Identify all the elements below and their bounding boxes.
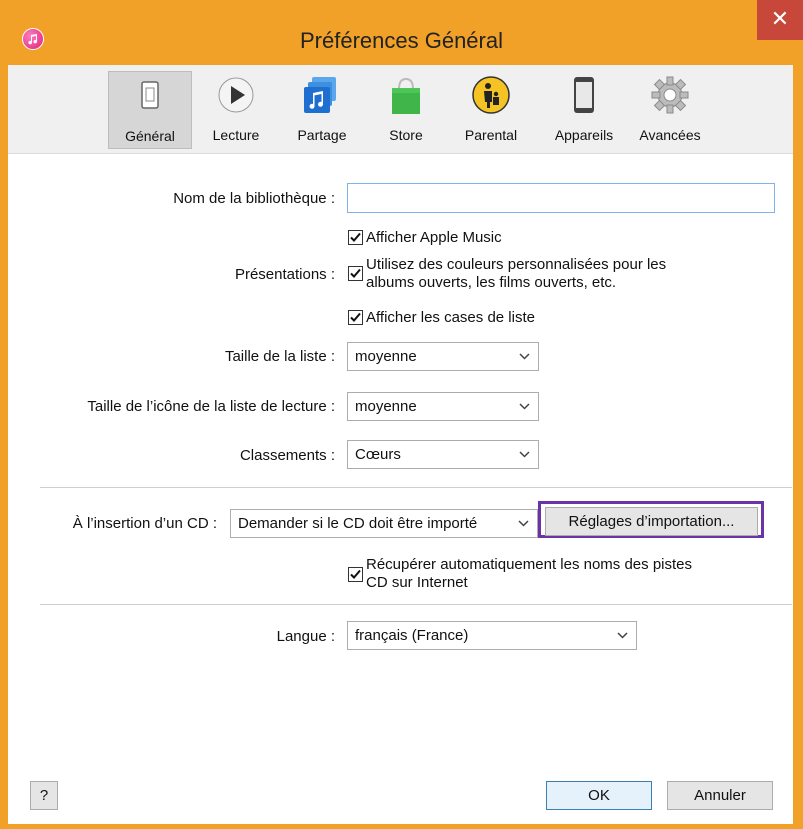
playlist-icon-size-label: Taille de l’icône de la liste de lecture… <box>87 398 335 415</box>
store-bag-icon <box>386 75 426 115</box>
cd-insert-value: Demander si le CD doit être importé <box>238 515 478 532</box>
cd-insert-label: À l’insertion d’un CD : <box>72 515 217 532</box>
tab-label: Lecture <box>212 127 260 143</box>
tab-label: Store <box>389 127 423 143</box>
divider <box>40 604 792 605</box>
ok-button[interactable]: OK <box>546 781 652 810</box>
playlist-icon-size-value: moyenne <box>355 398 417 415</box>
custom-colors-line2: albums ouverts, les films ouverts, etc. <box>366 274 617 291</box>
chevron-down-icon <box>519 403 530 410</box>
show-apple-music-label: Afficher Apple Music <box>366 229 502 246</box>
list-size-select[interactable]: moyenne <box>347 342 539 371</box>
title-bar[interactable]: Préférences Général ✕ <box>0 0 803 53</box>
close-button[interactable]: ✕ <box>757 0 803 40</box>
playlist-icon-size-select[interactable]: moyenne <box>347 392 539 421</box>
chevron-down-icon <box>519 451 530 458</box>
window-title: Préférences Général <box>300 28 503 53</box>
general-icon <box>130 76 170 116</box>
language-label: Langue : <box>276 628 335 645</box>
tab-label: Avancées <box>639 127 701 143</box>
list-size-value: moyenne <box>355 348 417 365</box>
language-value: français (France) <box>355 627 469 644</box>
ratings-select[interactable]: Cœurs <box>347 440 539 469</box>
divider <box>40 487 792 488</box>
tab-label: Partage <box>297 127 347 143</box>
library-name-input[interactable] <box>347 183 775 213</box>
tab-sharing[interactable]: Partage <box>282 71 362 149</box>
tab-devices[interactable]: Appareils <box>542 71 626 149</box>
tab-general[interactable]: Général <box>108 71 192 149</box>
cd-insert-select[interactable]: Demander si le CD doit être importé <box>230 509 538 538</box>
cancel-button[interactable]: Annuler <box>667 781 773 810</box>
language-select[interactable]: français (France) <box>347 621 637 650</box>
fetch-track-names-line1: Récupérer automatiquement les noms des p… <box>366 556 693 573</box>
fetch-track-names-line2: CD sur Internet <box>366 574 468 591</box>
chevron-down-icon <box>617 632 628 639</box>
fetch-track-names-checkbox[interactable] <box>348 567 363 582</box>
custom-colors-checkbox[interactable] <box>348 266 363 281</box>
gear-icon <box>650 75 690 115</box>
library-name-label: Nom de la bibliothèque : <box>173 190 335 207</box>
custom-colors-line1: Utilisez des couleurs personnalisées pou… <box>366 256 667 273</box>
ratings-label: Classements : <box>239 447 335 464</box>
tab-advanced[interactable]: Avancées <box>628 71 712 149</box>
tab-label: Général <box>125 128 175 144</box>
preferences-toolbar: Général Lecture Partage Store Parental A… <box>8 65 793 153</box>
help-button[interactable]: ? <box>30 781 58 810</box>
import-settings-button[interactable]: Réglages d’importation... <box>545 507 758 536</box>
custom-colors-label: Utilisez des couleurs personnalisées pou… <box>366 256 666 292</box>
list-size-label: Taille de la liste : <box>224 348 335 365</box>
sharing-icon <box>302 75 342 115</box>
tab-playback[interactable]: Lecture <box>200 71 272 149</box>
show-apple-music-checkbox[interactable] <box>348 230 363 245</box>
tab-label: Parental <box>464 127 518 143</box>
device-icon <box>564 75 604 115</box>
play-icon <box>216 75 256 115</box>
show-list-checkboxes-checkbox[interactable] <box>348 310 363 325</box>
parental-icon <box>471 75 511 115</box>
tab-store[interactable]: Store <box>378 71 434 149</box>
tab-label: Appareils <box>554 127 614 143</box>
tab-parental[interactable]: Parental <box>454 71 528 149</box>
preferences-window: Préférences Général ✕ Général Lecture Pa… <box>0 0 803 829</box>
chevron-down-icon <box>518 520 529 527</box>
show-list-checkboxes-label: Afficher les cases de liste <box>366 309 535 326</box>
chevron-down-icon <box>519 353 530 360</box>
ratings-value: Cœurs <box>355 446 401 463</box>
general-settings-panel: Nom de la bibliothèque : Afficher Apple … <box>8 153 793 824</box>
fetch-track-names-label: Récupérer automatiquement les noms des p… <box>366 556 692 592</box>
presentations-label: Présentations : <box>234 266 335 283</box>
